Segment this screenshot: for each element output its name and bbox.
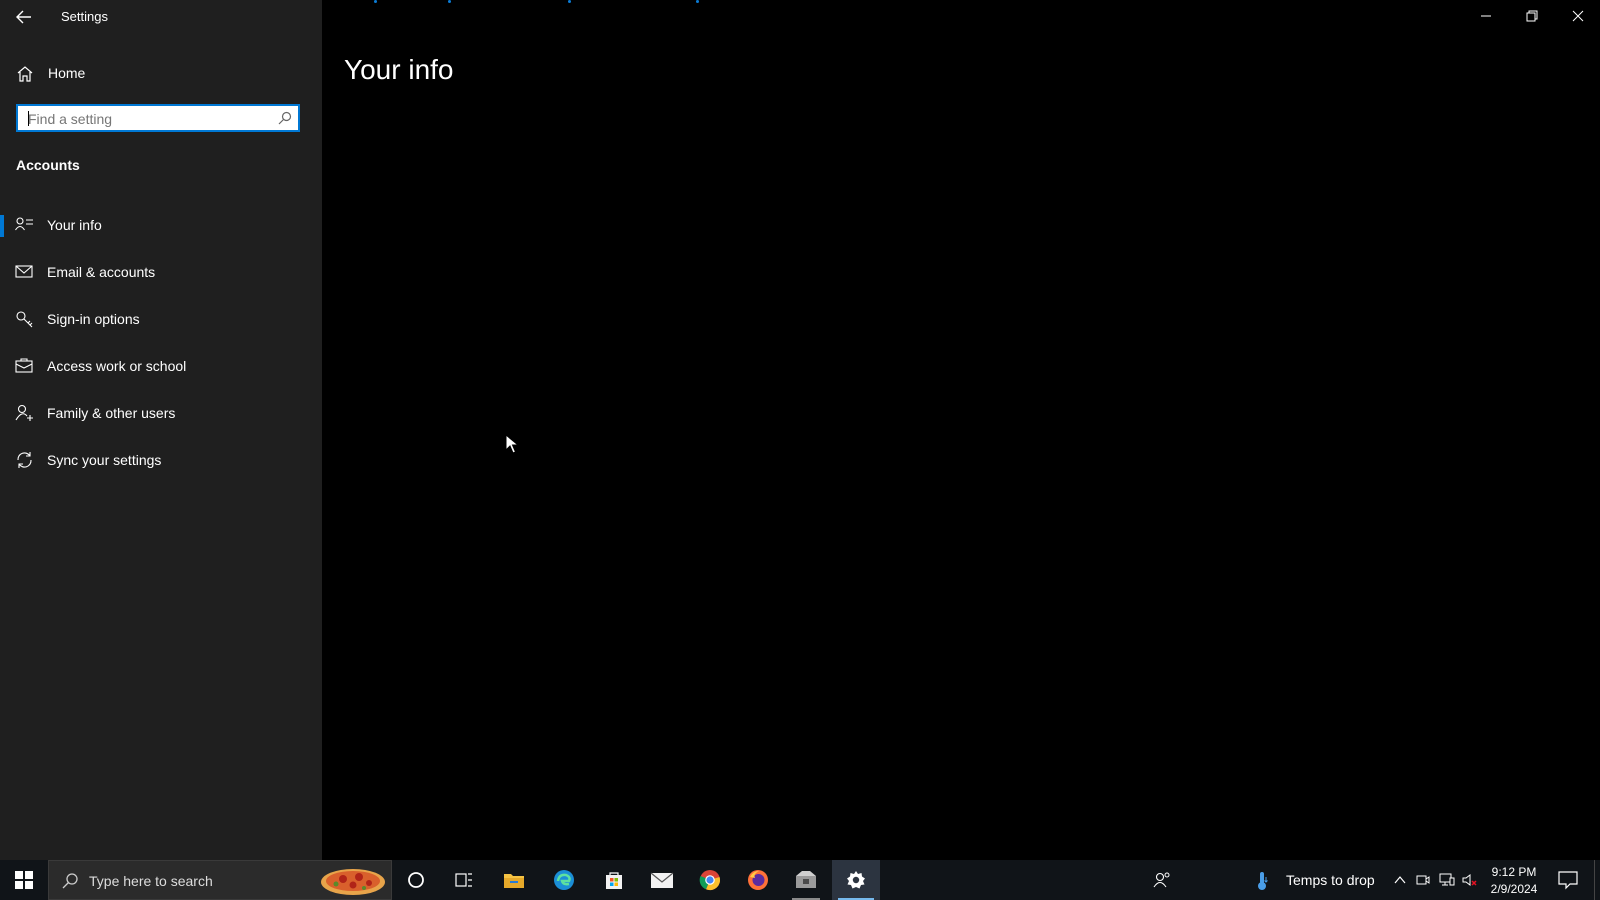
home-nav-item[interactable]: Home <box>0 58 322 88</box>
installer-button[interactable] <box>782 860 830 900</box>
nav-item-your-info[interactable]: Your info <box>0 207 322 243</box>
store-icon <box>606 872 622 889</box>
mouse-cursor-icon <box>505 434 519 454</box>
file-explorer-icon <box>504 874 524 888</box>
thermometer-icon <box>1258 872 1268 890</box>
nav-item-label: Your info <box>47 217 102 233</box>
search-input[interactable] <box>26 109 270 129</box>
minimize-icon <box>1481 15 1491 17</box>
nav-item-label: Family & other users <box>47 405 176 421</box>
loading-dot <box>448 0 451 3</box>
loading-dot <box>568 0 571 3</box>
firefox-button[interactable] <box>734 860 782 900</box>
chrome-button[interactable] <box>686 860 734 900</box>
cortana-icon <box>408 872 424 888</box>
main-content: Your info <box>322 0 1600 860</box>
meet-now-button[interactable] <box>1413 870 1433 890</box>
settings-gear-icon <box>847 871 865 889</box>
clock-time: 9:12 PM <box>1491 865 1537 879</box>
back-arrow-icon <box>16 10 31 24</box>
microsoft-store-button[interactable] <box>590 860 638 900</box>
briefcase-icon <box>15 358 33 373</box>
nav-item-label: Email & accounts <box>47 264 156 280</box>
key-icon <box>16 311 33 328</box>
nav-item-email-accounts[interactable]: Email & accounts <box>0 254 322 290</box>
show-hidden-icons-button[interactable] <box>1390 870 1410 890</box>
clock-date: 2/9/2024 <box>1490 882 1538 896</box>
search-icon[interactable] <box>278 111 292 125</box>
taskbar-search-placeholder: Type here to search <box>89 873 213 889</box>
chevron-up-icon <box>1394 876 1406 884</box>
home-icon <box>17 66 33 82</box>
show-desktop-button[interactable] <box>1594 860 1600 900</box>
close-button[interactable] <box>1555 0 1600 32</box>
file-explorer-button[interactable] <box>490 860 538 900</box>
title-bar: Settings <box>0 0 322 34</box>
pizza-search-highlight-icon <box>321 869 385 895</box>
edge-button[interactable] <box>540 860 588 900</box>
task-view-button[interactable] <box>440 860 488 900</box>
nav-item-sync-settings[interactable]: Sync your settings <box>0 442 322 478</box>
network-icon <box>1439 873 1455 886</box>
action-center-icon[interactable] <box>1556 870 1580 890</box>
cortana-button[interactable] <box>392 860 440 900</box>
installer-icon <box>796 871 816 888</box>
home-label: Home <box>48 65 86 81</box>
sync-icon <box>17 452 32 468</box>
windows-logo-icon <box>15 871 33 889</box>
nav-item-access-work-school[interactable]: Access work or school <box>0 348 322 384</box>
page-title: Your info <box>344 54 454 85</box>
nav-item-sign-in-options[interactable]: Sign-in options <box>0 301 322 337</box>
app-title: Settings <box>61 9 108 24</box>
loading-dot <box>374 0 377 3</box>
meet-now-icon <box>1416 875 1430 885</box>
chrome-icon <box>699 870 721 891</box>
minimize-button[interactable] <box>1463 0 1509 32</box>
settings-taskbar-button[interactable] <box>832 860 880 900</box>
volume-muted-icon <box>1462 874 1477 886</box>
nav-item-label: Access work or school <box>47 358 187 374</box>
nav-item-label: Sync your settings <box>47 452 162 468</box>
person-lines-icon <box>15 217 33 231</box>
volume-button[interactable] <box>1460 870 1480 890</box>
weather-widget[interactable]: Temps to drop <box>1256 860 1382 900</box>
mail-icon <box>15 265 33 278</box>
taskbar: Type here to search Temps to drop 9:12 P… <box>0 860 1600 900</box>
mail-button[interactable] <box>638 860 686 900</box>
network-button[interactable] <box>1437 870 1457 890</box>
section-title: Accounts <box>16 157 80 173</box>
firefox-icon <box>748 870 768 890</box>
nav-item-family-other-users[interactable]: Family & other users <box>0 395 322 431</box>
selection-indicator <box>0 215 4 237</box>
clock[interactable]: 9:12 PM 2/9/2024 <box>1483 864 1545 898</box>
close-icon <box>1572 10 1584 22</box>
loading-indicator <box>322 0 1600 6</box>
text-caret <box>28 111 29 126</box>
start-button[interactable] <box>0 860 48 900</box>
loading-dot <box>696 0 699 3</box>
taskbar-search-box[interactable]: Type here to search <box>48 860 392 900</box>
person-add-icon <box>15 404 33 421</box>
people-icon <box>1153 872 1170 888</box>
settings-search-box[interactable] <box>16 104 300 132</box>
mail-icon <box>650 872 674 888</box>
nav-item-label: Sign-in options <box>47 311 140 327</box>
weather-text: Temps to drop <box>1286 872 1375 888</box>
edge-icon <box>554 870 574 890</box>
sidebar: Settings Home Accounts Your info Email &… <box>0 0 322 860</box>
task-view-icon <box>455 873 472 887</box>
restore-button[interactable] <box>1509 0 1555 32</box>
back-button[interactable] <box>12 6 36 28</box>
people-button[interactable] <box>1152 870 1172 890</box>
search-icon <box>62 873 78 889</box>
restore-icon <box>1526 10 1538 22</box>
